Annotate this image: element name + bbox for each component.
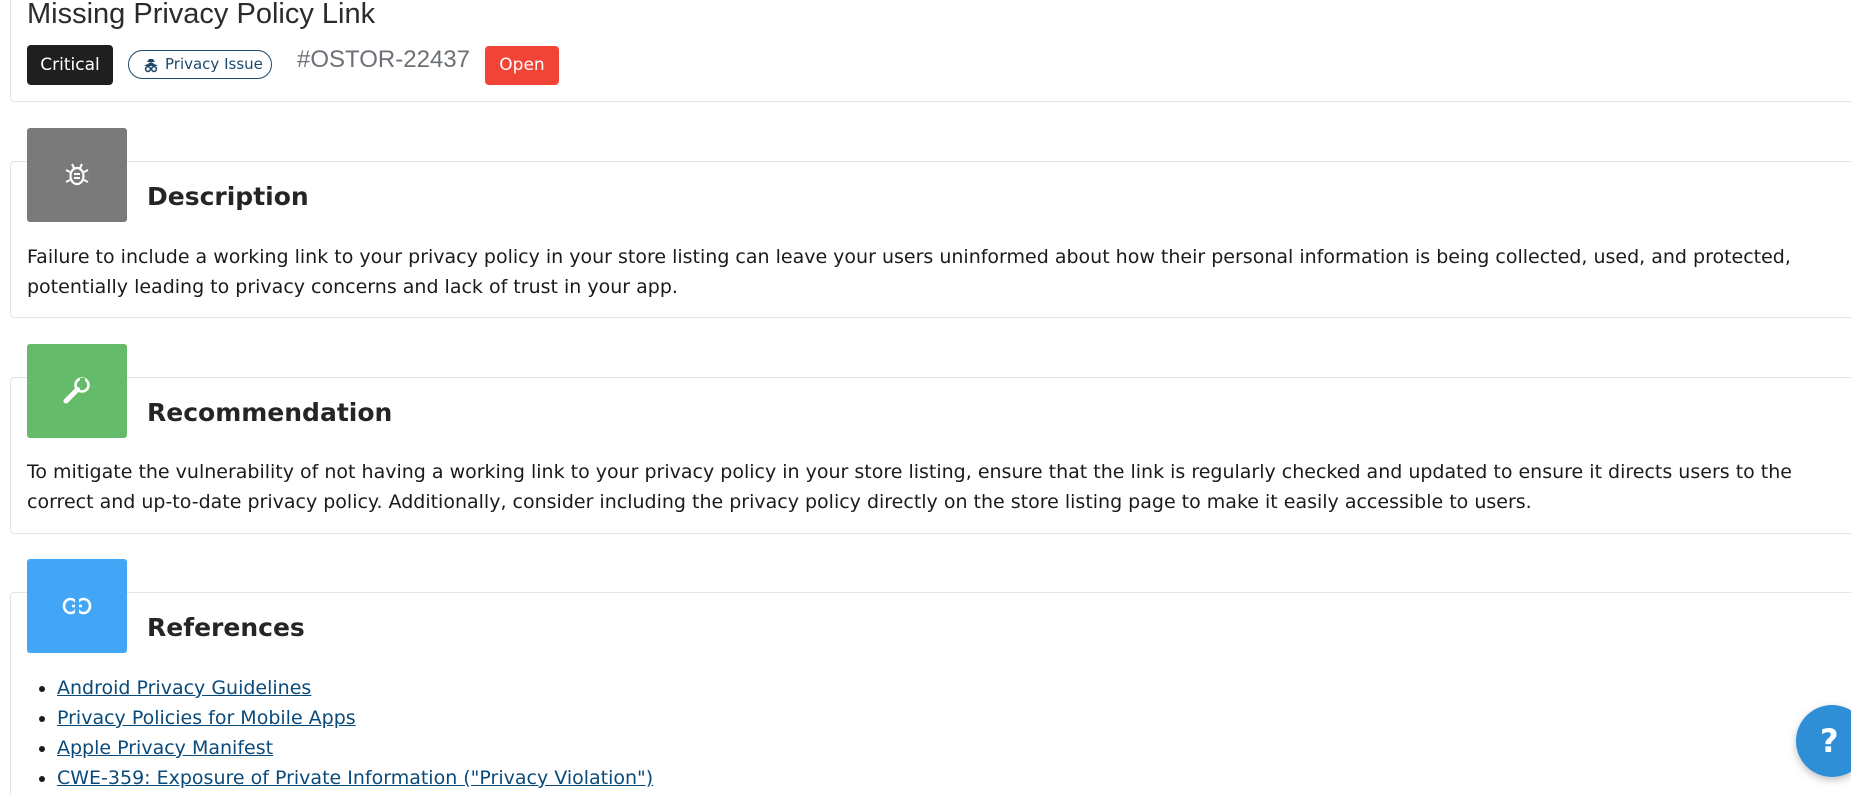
status-badge: Open — [485, 46, 559, 85]
recommendation-icon-box — [27, 344, 127, 438]
description-text: Failure to include a working link to you… — [27, 246, 1791, 298]
bug-icon — [65, 163, 89, 186]
list-item: Android Privacy Guidelines — [57, 673, 653, 703]
wrench-icon — [63, 377, 90, 404]
list-item: Privacy Policies for Mobile Apps — [57, 703, 653, 733]
description-heading: Description — [147, 182, 309, 211]
reference-link[interactable]: Apple Privacy Manifest — [57, 737, 273, 759]
list-item: Apple Privacy Manifest — [57, 733, 653, 763]
references-heading: References — [147, 613, 305, 642]
category-badge: Privacy Issue — [128, 50, 272, 79]
issue-id: #OSTOR-22437 — [297, 46, 470, 73]
description-icon-box — [27, 128, 127, 222]
link-icon — [62, 597, 92, 615]
recommendation-heading: Recommendation — [147, 398, 393, 427]
reference-link[interactable]: Android Privacy Guidelines — [57, 677, 311, 699]
recommendation-text: To mitigate the vulnerability of not hav… — [27, 461, 1792, 513]
spy-icon — [144, 59, 158, 73]
list-item: CWE-359: Exposure of Private Information… — [57, 763, 653, 793]
reference-link[interactable]: Privacy Policies for Mobile Apps — [57, 707, 356, 729]
references-list: Android Privacy Guidelines Privacy Polic… — [57, 673, 653, 793]
question-icon: ? — [1820, 722, 1839, 760]
references-icon-box — [27, 559, 127, 653]
category-label: Privacy Issue — [165, 55, 263, 73]
reference-link[interactable]: CWE-359: Exposure of Private Information… — [57, 767, 653, 789]
issue-title: Missing Privacy Policy Link — [27, 0, 376, 30]
issue-detail-page: Missing Privacy Policy Link Critical Pri… — [0, 0, 1851, 794]
severity-badge: Critical — [27, 45, 113, 85]
